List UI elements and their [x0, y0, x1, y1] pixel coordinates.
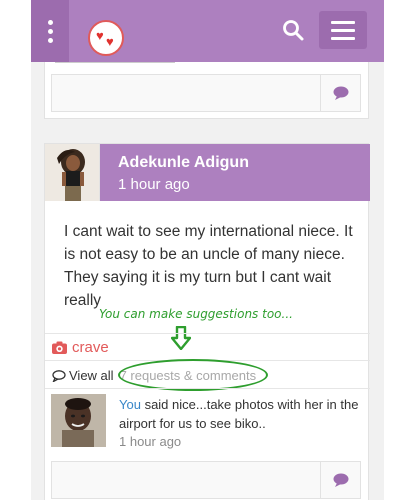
- top-bar: ♥ ♥: [31, 0, 384, 62]
- hamburger-icon: [331, 36, 355, 40]
- camera-icon: [52, 341, 67, 354]
- comment-icon: [333, 86, 348, 100]
- reply-author[interactable]: You: [119, 397, 141, 412]
- author-name[interactable]: Adekunle Adigun: [118, 154, 249, 172]
- view-all-label: View all: [69, 368, 114, 383]
- comment-input[interactable]: [51, 461, 361, 499]
- kebab-dot: [47, 28, 53, 34]
- comment-send-button[interactable]: [320, 75, 360, 111]
- hamburger-icon: [331, 20, 355, 24]
- post-header: Adekunle Adigun 1 hour ago: [45, 144, 370, 201]
- avatar-photo: [45, 144, 99, 201]
- reply-body: said nice...take photos with her in the …: [119, 397, 359, 431]
- kebab-dot: [47, 19, 53, 25]
- reply-text: You said nice...take photos with her in …: [119, 395, 364, 433]
- post-text: I cant wait to see my international niec…: [64, 223, 353, 309]
- truncated-content: [55, 62, 175, 63]
- avatar-photo: [51, 394, 106, 447]
- divider: [45, 333, 370, 334]
- comment-icon: [333, 473, 348, 487]
- reply-timestamp: 1 hour ago: [119, 434, 182, 449]
- hamburger-icon: [331, 28, 355, 32]
- annotation-text: You can make suggestions too...: [99, 307, 293, 321]
- previous-post-card: [44, 62, 369, 119]
- comment-input[interactable]: [51, 74, 361, 112]
- menu-button[interactable]: [319, 11, 367, 49]
- heart-icon: ♥: [96, 28, 104, 43]
- post-timestamp: 1 hour ago: [118, 176, 190, 193]
- kebab-dot: [47, 37, 53, 43]
- heart-icon: ♥: [106, 34, 114, 49]
- crave-label: crave: [72, 339, 109, 356]
- crave-button[interactable]: crave: [52, 339, 109, 356]
- search-icon: [283, 20, 304, 41]
- author-avatar[interactable]: [45, 144, 100, 201]
- app-logo[interactable]: ♥ ♥: [88, 20, 124, 56]
- options-button[interactable]: [31, 0, 69, 62]
- comment-send-button[interactable]: [320, 462, 360, 498]
- speech-bubble-icon: [52, 369, 66, 382]
- search-button[interactable]: [281, 18, 307, 44]
- annotation-highlight: [118, 359, 268, 391]
- post-card: Adekunle Adigun 1 hour ago I cant wait t…: [44, 143, 370, 500]
- annotation-arrow-icon: [171, 326, 191, 350]
- reply-avatar[interactable]: [51, 394, 106, 447]
- divider: [45, 388, 370, 389]
- app-frame: ♥ ♥ Adekunle Adigun 1 hour ago I cant wa…: [31, 0, 384, 500]
